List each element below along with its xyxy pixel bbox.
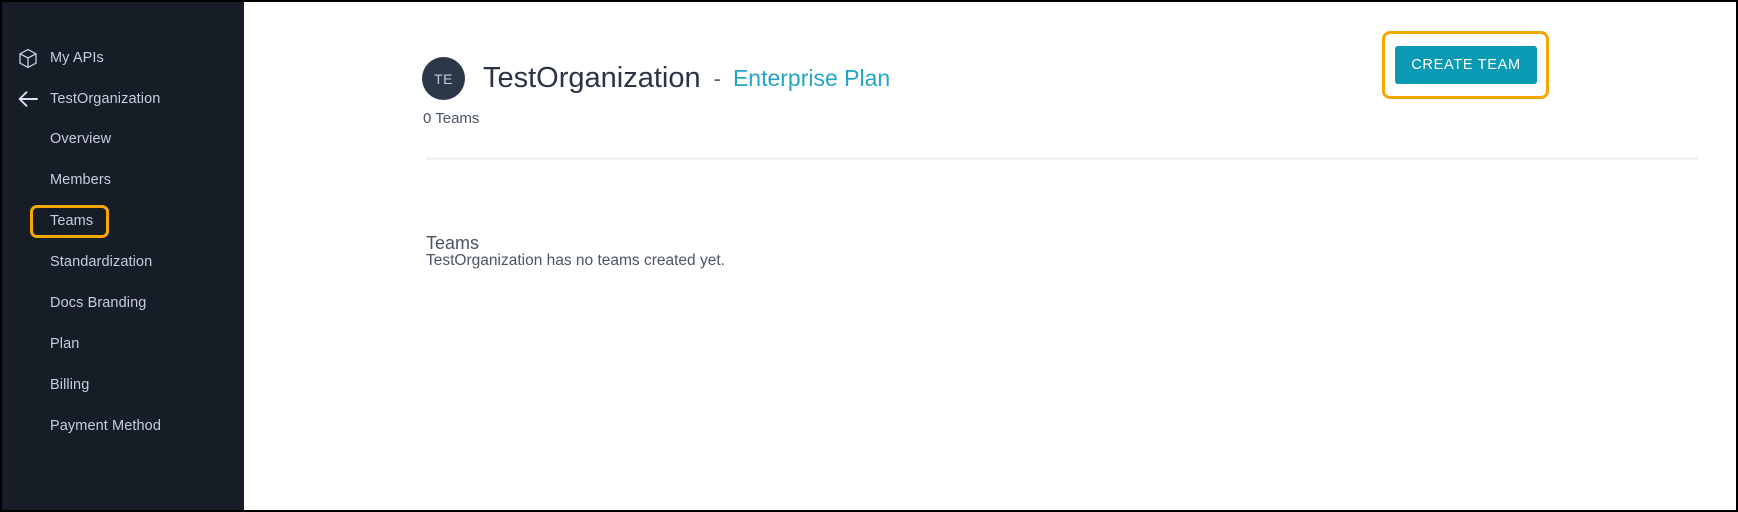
sidebar-item-label: My APIs: [50, 49, 104, 66]
create-team-button[interactable]: CREATE TEAM: [1395, 46, 1537, 84]
sidebar-item-my-apis[interactable]: My APIs: [2, 44, 244, 72]
sidebar-item-testorganization[interactable]: TestOrganization: [2, 85, 244, 113]
main-content: TE TestOrganization - Enterprise Plan 0 …: [244, 2, 1736, 510]
sidebar-item-label: TestOrganization: [50, 90, 161, 107]
sidebar-item-label: Members: [50, 171, 112, 188]
sidebar-item-docs-branding[interactable]: Docs Branding: [2, 290, 244, 316]
sidebar-item-label: Teams: [50, 212, 94, 229]
cube-icon: [16, 46, 40, 70]
sidebar-item-teams[interactable]: Teams: [2, 208, 244, 234]
avatar: TE: [422, 57, 465, 101]
sidebar-item-label: Standardization: [50, 253, 153, 270]
sidebar: My APIs TestOrganization Overview Member…: [2, 2, 244, 510]
teams-empty-message: TestOrganization has no teams created ye…: [426, 252, 725, 269]
enterprise-plan-link[interactable]: Enterprise Plan: [733, 67, 890, 90]
sidebar-item-plan[interactable]: Plan: [2, 331, 244, 357]
sidebar-item-standardization[interactable]: Standardization: [2, 249, 244, 275]
teams-section-heading: Teams: [426, 232, 480, 253]
sidebar-item-overview[interactable]: Overview: [2, 126, 244, 152]
sidebar-item-label: Overview: [50, 130, 112, 147]
arrow-left-icon: [16, 87, 40, 111]
sidebar-item-label: Docs Branding: [50, 294, 147, 311]
sidebar-item-payment-method[interactable]: Payment Method: [2, 413, 244, 439]
app-window: My APIs TestOrganization Overview Member…: [0, 0, 1738, 512]
sidebar-item-label: Payment Method: [50, 417, 162, 434]
sidebar-item-label: Plan: [50, 335, 80, 352]
page-title: TestOrganization: [483, 62, 701, 95]
section-divider: [426, 157, 1698, 160]
team-count-label: 0 Teams: [423, 110, 480, 127]
sidebar-item-label: Billing: [50, 376, 90, 393]
sidebar-item-members[interactable]: Members: [2, 167, 244, 193]
title-separator: -: [713, 65, 721, 91]
create-team-area: CREATE TEAM: [1382, 31, 1549, 99]
sidebar-item-billing[interactable]: Billing: [2, 372, 244, 398]
organization-header: TE TestOrganization - Enterprise Plan: [422, 45, 890, 113]
